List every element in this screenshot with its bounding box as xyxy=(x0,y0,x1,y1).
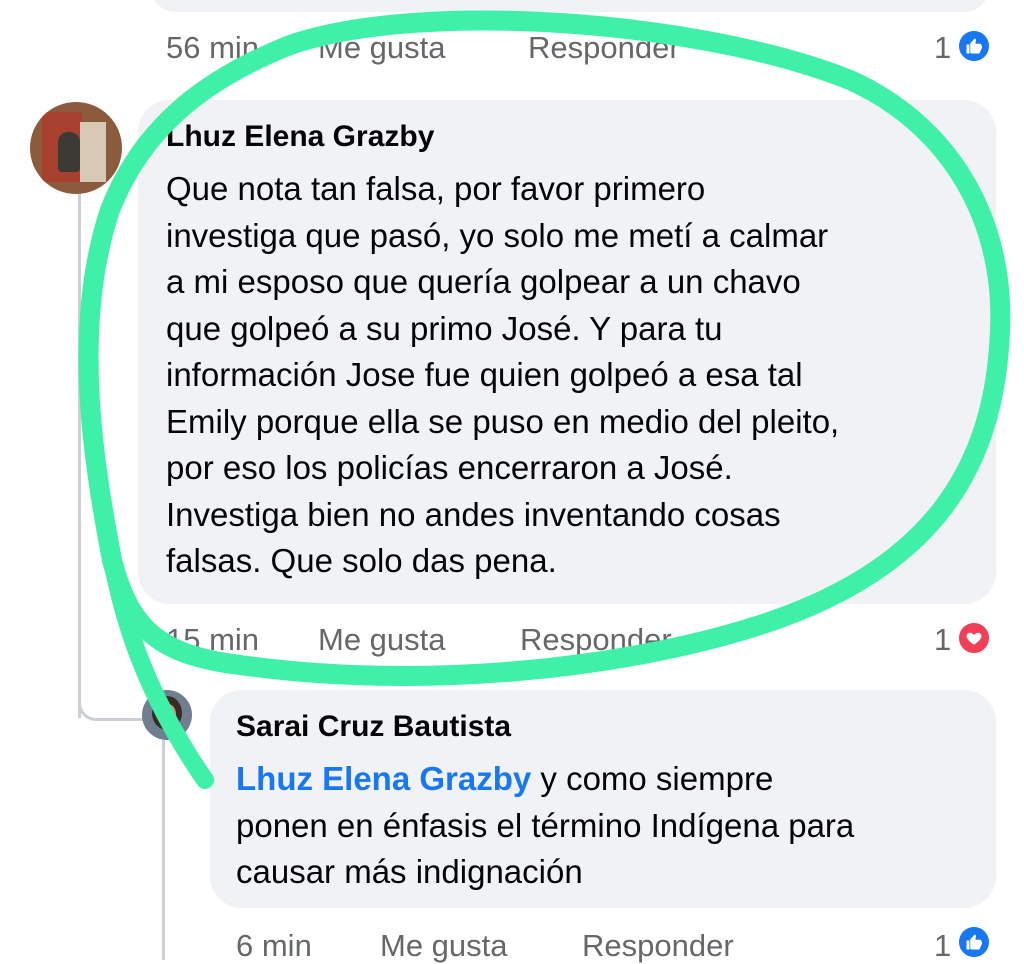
avatar[interactable] xyxy=(30,102,122,194)
reply-author[interactable]: Sarai Cruz Bautista xyxy=(236,710,511,744)
comment-time[interactable]: 15 min xyxy=(166,622,259,658)
comment-text-line: a mi esposo que quería golpear a un chav… xyxy=(166,263,801,300)
mention-link[interactable]: Lhuz Elena Grazby xyxy=(236,760,531,797)
comment-text-line: investiga que pasó, yo solo me metí a ca… xyxy=(166,216,829,254)
like-button[interactable]: Me gusta xyxy=(318,622,446,658)
comment-text-line: Que nota tan falsa, por favor primero xyxy=(166,170,706,207)
comment-text-line: por eso los policías encerraron a José. xyxy=(166,449,733,486)
comment-text-line: información Jose fue quien golpeó a esa … xyxy=(166,356,803,393)
comment-author[interactable]: Lhuz Elena Grazby xyxy=(166,120,434,154)
comment-text-line: Emily porque ella se puso en medio del p… xyxy=(166,402,840,440)
reply-button[interactable]: Responder xyxy=(520,622,672,658)
comment-text-line: que golpeó a su primo José. Y para tu xyxy=(166,309,723,347)
reply-text-line: causar más indignación xyxy=(236,853,583,890)
previous-comment-like-button[interactable]: Me gusta xyxy=(318,30,446,66)
reply-avatar[interactable] xyxy=(142,690,192,740)
avatar-photo-person xyxy=(58,132,80,172)
reply-text: Lhuz Elena Grazby y como siempre ponen e… xyxy=(236,756,854,896)
previous-comment-reply-button[interactable]: Responder xyxy=(528,30,680,66)
reply-avatar-face xyxy=(160,704,176,724)
reply-thread-line xyxy=(162,740,165,960)
previous-comment-bubble xyxy=(150,0,990,12)
avatar-photo-detail xyxy=(80,122,106,182)
love-icon[interactable] xyxy=(956,620,992,656)
reaction-count: 1 xyxy=(934,622,952,657)
reply-text-line: Lhuz Elena Grazby y como siempre xyxy=(236,756,854,803)
comment-text: Que nota tan falsa, por favor primero in… xyxy=(166,166,839,585)
thread-line xyxy=(78,190,81,718)
reply-time[interactable]: 6 min xyxy=(236,928,312,964)
reply-like-button[interactable]: Me gusta xyxy=(380,928,508,964)
comment-text-line: Investiga bien no andes inventando cosas xyxy=(166,495,781,533)
reply-text-fragment: y como siempre xyxy=(531,760,774,797)
comment-text-line: falsas. Que solo das pena. xyxy=(166,542,557,579)
reply-reply-button[interactable]: Responder xyxy=(582,928,734,964)
reply-text-line: ponen en énfasis el término Indígena par… xyxy=(236,806,855,844)
thread-connector xyxy=(78,690,143,721)
reply-reaction-count: 1 xyxy=(934,928,952,963)
previous-comment-time: 56 min xyxy=(166,30,260,65)
previous-comment-reaction-count: 1 xyxy=(934,30,952,65)
like-icon[interactable] xyxy=(956,924,992,960)
like-icon[interactable] xyxy=(956,28,992,64)
